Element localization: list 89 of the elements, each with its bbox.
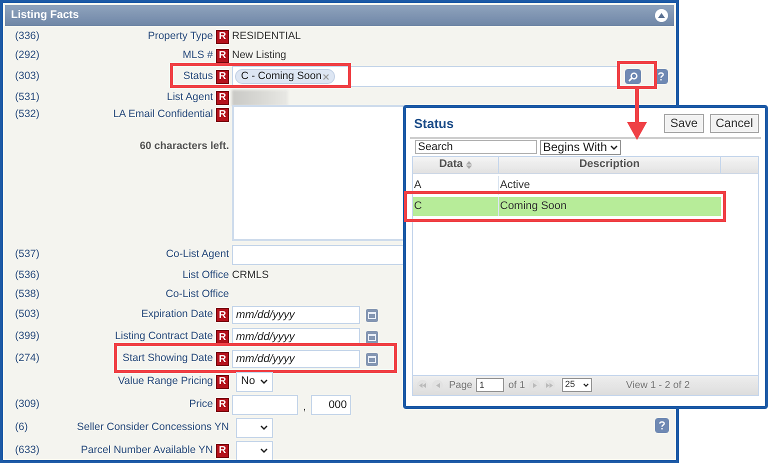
chevron-icon bbox=[260, 379, 268, 384]
field-code: (532) bbox=[15, 108, 40, 120]
field-code: (531) bbox=[15, 90, 40, 103]
column-header[interactable]: Description bbox=[499, 156, 721, 172]
required-badge: R bbox=[216, 70, 229, 84]
calendar-icon[interactable] bbox=[366, 308, 378, 322]
sort-icon[interactable] bbox=[466, 160, 472, 168]
field-label: Value Range Pricing bbox=[118, 374, 213, 389]
cancel-button[interactable]: Cancel bbox=[710, 114, 759, 134]
page-count: of 1 bbox=[508, 378, 526, 392]
field-code: (536) bbox=[15, 268, 40, 281]
redacted-value bbox=[232, 90, 288, 106]
first-page-icon[interactable] bbox=[417, 380, 428, 390]
remove-icon[interactable] bbox=[322, 74, 329, 80]
help-icon[interactable] bbox=[655, 418, 669, 433]
status-field[interactable]: C - Coming Soon bbox=[232, 66, 618, 87]
dialog-title: Status bbox=[414, 115, 454, 133]
field-code: (309) bbox=[15, 398, 40, 410]
field-label: Co-List Office bbox=[166, 286, 229, 302]
page-label: Page bbox=[449, 378, 472, 392]
field-code: (399) bbox=[15, 330, 40, 342]
table-cell-text: A bbox=[414, 178, 422, 193]
page-field[interactable]: 1 bbox=[476, 378, 504, 392]
field-label: Status bbox=[183, 68, 213, 84]
date-field[interactable]: mm/dd/yyyy bbox=[232, 306, 360, 324]
dropdown[interactable] bbox=[236, 418, 273, 438]
required-badge: R bbox=[216, 30, 229, 44]
calendar-icon[interactable] bbox=[366, 352, 378, 366]
record-count: View 1 - 2 of 2 bbox=[626, 378, 690, 392]
field-code: (303) bbox=[15, 70, 40, 82]
save-button[interactable]: Save bbox=[664, 114, 704, 134]
required-badge: R bbox=[216, 374, 229, 388]
field-label: Seller Consider Concessions YN bbox=[76, 420, 229, 435]
table-cell-text: Coming Soon bbox=[500, 198, 567, 214]
last-page-icon[interactable] bbox=[544, 380, 556, 390]
field-label: Start Showing Date bbox=[122, 351, 213, 366]
field-code: (336) bbox=[15, 30, 40, 42]
character-count: 60 characters left. bbox=[140, 138, 229, 154]
field-code: (274) bbox=[15, 352, 40, 364]
required-badge: R bbox=[216, 90, 229, 104]
field-label: Listing Contract Date bbox=[114, 329, 213, 344]
dropdown[interactable]: No bbox=[236, 372, 273, 392]
chevron-icon bbox=[583, 383, 590, 387]
date-field[interactable]: mm/dd/yyyy bbox=[232, 350, 360, 368]
cents-field[interactable]: 000 bbox=[310, 394, 351, 414]
required-badge: R bbox=[216, 108, 229, 122]
status-tag: C - Coming Soon bbox=[235, 69, 335, 84]
arrow bbox=[627, 88, 647, 140]
search-field[interactable]: Search bbox=[415, 140, 537, 154]
field-label: MLS # bbox=[182, 48, 213, 63]
match-dropdown[interactable]: Begins With bbox=[540, 140, 622, 154]
chevron-icon bbox=[260, 425, 268, 430]
field-code: (633) bbox=[15, 444, 40, 456]
field-code: (6) bbox=[15, 420, 28, 433]
field-label: Expiration Date bbox=[141, 307, 213, 322]
chevron-icon bbox=[610, 144, 618, 150]
table-cell-text: Active bbox=[500, 178, 530, 193]
required-badge: R bbox=[216, 330, 229, 344]
field-value: New Listing bbox=[232, 48, 286, 63]
required-badge: R bbox=[216, 398, 229, 412]
column-header[interactable]: Data bbox=[413, 156, 499, 172]
dropdown[interactable] bbox=[236, 440, 273, 460]
separator: , bbox=[303, 400, 306, 415]
field-label: Price bbox=[189, 396, 213, 412]
required-badge: R bbox=[216, 352, 229, 366]
required-badge: R bbox=[216, 444, 229, 458]
chevron-icon bbox=[260, 448, 268, 453]
price-field[interactable] bbox=[232, 394, 298, 414]
table-cell-text: C bbox=[414, 198, 422, 214]
field-label: List Agent bbox=[166, 90, 213, 105]
collapse-icon[interactable] bbox=[655, 9, 668, 22]
field-label: Co-List Agent bbox=[166, 246, 229, 262]
field-label: LA Email Confidential bbox=[113, 107, 213, 122]
field-label: Parcel Number Available YN bbox=[80, 442, 213, 458]
page-size-dropdown[interactable]: 25 bbox=[562, 378, 592, 392]
field-code: (537) bbox=[15, 248, 40, 260]
field-value: RESIDENTIAL bbox=[232, 28, 301, 44]
calendar-icon[interactable] bbox=[366, 330, 378, 344]
field-code: (503) bbox=[15, 308, 40, 320]
panel-title: Listing Facts bbox=[11, 8, 79, 24]
required-badge: R bbox=[216, 308, 229, 322]
table-row[interactable]: C Coming Soon bbox=[413, 196, 721, 216]
field-label: Property Type bbox=[148, 28, 213, 44]
field-label: List Office bbox=[182, 268, 229, 283]
required-badge: R bbox=[216, 48, 229, 62]
field-code: (292) bbox=[15, 48, 40, 61]
field-value: CRMLS bbox=[232, 268, 269, 283]
field-code: (538) bbox=[15, 288, 40, 300]
search-icon[interactable] bbox=[625, 69, 641, 84]
